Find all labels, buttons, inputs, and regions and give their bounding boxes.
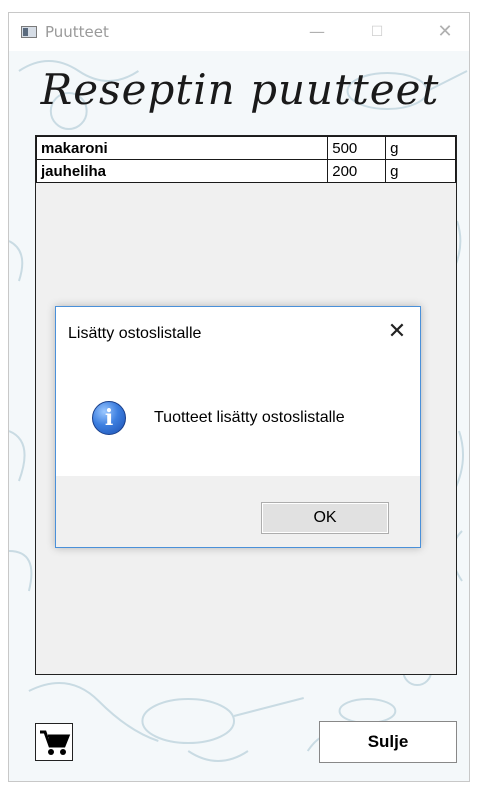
dialog-title: Lisätty ostoslistalle [68, 325, 202, 342]
item-name: jauheliha [35, 159, 329, 183]
item-quantity: 500 [327, 136, 387, 160]
app-window-icon [21, 26, 37, 38]
title-bar[interactable]: Puutteet — ☐ ✕ [9, 13, 469, 51]
dialog-close-button[interactable]: ✕ [382, 317, 412, 347]
dialog-message: Tuotteet lisätty ostoslistalle [154, 409, 345, 426]
window-title: Puutteet [45, 23, 109, 41]
item-name: makaroni [35, 136, 329, 160]
dialog-footer: OK [56, 476, 420, 547]
item-quantity: 200 [327, 159, 387, 183]
table-row[interactable]: jauheliha 200 g [35, 159, 456, 183]
table-row[interactable]: makaroni 500 g [35, 136, 456, 160]
item-unit: g [385, 159, 456, 183]
close-button[interactable]: Sulje [319, 721, 457, 763]
minimize-button[interactable]: — [295, 19, 339, 45]
add-to-shopping-list-button[interactable] [35, 723, 73, 761]
item-unit: g [385, 136, 456, 160]
information-icon: i [92, 401, 126, 435]
close-window-button[interactable]: ✕ [423, 19, 467, 45]
shopping-cart-icon [40, 730, 71, 755]
missing-items-table: makaroni 500 g jauheliha 200 g [35, 136, 456, 183]
ok-button[interactable]: OK [261, 502, 389, 534]
page-title: Reseptin puutteet [40, 65, 440, 114]
maximize-button[interactable]: ☐ [355, 19, 399, 45]
added-to-shopping-list-dialog: Lisätty ostoslistalle ✕ i Tuotteet lisät… [55, 306, 421, 548]
